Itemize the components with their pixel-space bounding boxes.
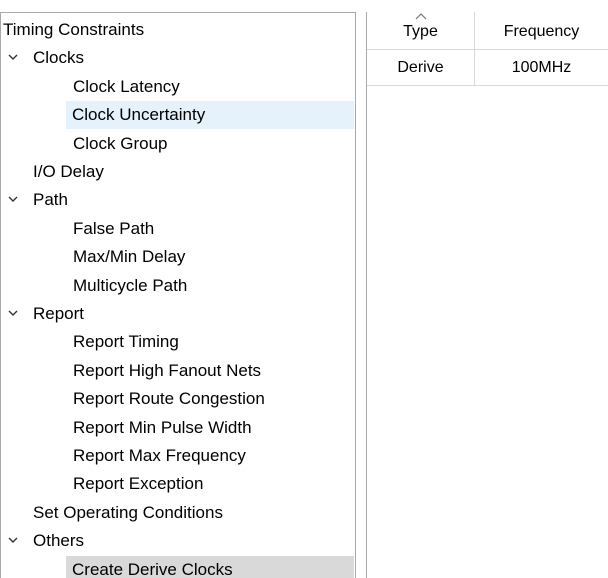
tree-item-label: Clock Group — [73, 134, 168, 153]
chevron-down-icon[interactable] — [8, 186, 20, 214]
column-header-type[interactable]: Type — [367, 12, 475, 50]
tree-item-label: Report Max Frequency — [73, 446, 246, 465]
tree-item-label: Report — [33, 304, 85, 323]
tree-item-label: Report Exception — [73, 474, 204, 493]
tree-item-false-path[interactable]: False Path — [2, 215, 354, 243]
tree-item-label: Report Route Congestion — [73, 389, 265, 408]
tree-item-label: Multicycle Path — [73, 276, 188, 295]
chevron-down-icon[interactable] — [8, 44, 20, 72]
constraints-tree[interactable]: Timing Constraints Clocks Clock Latency … — [0, 12, 356, 578]
chevron-down-icon[interactable] — [8, 300, 20, 328]
tree-item-label: Create Derive Clocks — [72, 560, 233, 578]
tree-item-clock-latency[interactable]: Clock Latency — [2, 73, 354, 101]
tree-item-label: Report Timing — [73, 332, 179, 351]
table-cell-frequency[interactable]: 100MHz — [475, 50, 608, 86]
tree-item-label: Report Min Pulse Width — [73, 418, 252, 437]
tree-item-report[interactable]: Report — [2, 300, 354, 328]
tree-item-label: Report High Fanout Nets — [73, 361, 262, 380]
tree-item-label: Max/Min Delay — [73, 247, 186, 266]
cell-value: Derive — [397, 59, 444, 76]
column-header-frequency[interactable]: Frequency — [475, 12, 608, 50]
tree-item-set-operating-conditions[interactable]: Set Operating Conditions — [2, 499, 354, 527]
splitter[interactable] — [356, 12, 366, 578]
tree-item-clock-group[interactable]: Clock Group — [2, 130, 354, 158]
tree-item-report-route-congestion[interactable]: Report Route Congestion — [2, 385, 354, 413]
tree-item-label: Timing Constraints — [3, 20, 145, 39]
tree-item-label: I/O Delay — [33, 162, 104, 181]
tree-item-label: Clocks — [33, 48, 85, 67]
tree-item-label: Clock Uncertainty — [72, 105, 206, 124]
tree-item-report-min-pulse-width[interactable]: Report Min Pulse Width — [2, 414, 354, 442]
tree-item-report-high-fanout-nets[interactable]: Report High Fanout Nets — [2, 357, 354, 385]
column-header-label: Type — [403, 23, 438, 40]
column-header-label: Frequency — [503, 23, 580, 40]
derive-clocks-table: Type Frequency Derive 100MHz — [366, 12, 608, 578]
tree-item-label: False Path — [73, 219, 155, 238]
tree-item-clock-uncertainty[interactable]: Clock Uncertainty — [66, 101, 354, 129]
tree-root-timing-constraints[interactable]: Timing Constraints — [2, 16, 354, 44]
tree-item-label: Set Operating Conditions — [33, 503, 223, 522]
tree-item-label: Clock Latency — [73, 77, 180, 96]
tree-item-create-derive-clocks[interactable]: Create Derive Clocks — [66, 556, 354, 578]
tree-item-label: Others — [33, 531, 85, 550]
table-cell-type[interactable]: Derive — [367, 50, 475, 86]
tree-item-report-max-frequency[interactable]: Report Max Frequency — [2, 442, 354, 470]
tree-item-multicycle-path[interactable]: Multicycle Path — [2, 272, 354, 300]
tree-item-path[interactable]: Path — [2, 186, 354, 214]
tree-item-report-exception[interactable]: Report Exception — [2, 470, 354, 498]
sort-up-icon — [415, 13, 426, 20]
tree-item-label: Path — [33, 190, 68, 209]
tree-item-others[interactable]: Others — [2, 527, 354, 555]
tree-item-io-delay[interactable]: I/O Delay — [2, 158, 354, 186]
tree-item-max-min-delay[interactable]: Max/Min Delay — [2, 243, 354, 271]
tree-item-clocks[interactable]: Clocks — [2, 44, 354, 72]
tree-item-report-timing[interactable]: Report Timing — [2, 328, 354, 356]
chevron-down-icon[interactable] — [8, 527, 20, 555]
cell-value: 100MHz — [511, 59, 572, 76]
